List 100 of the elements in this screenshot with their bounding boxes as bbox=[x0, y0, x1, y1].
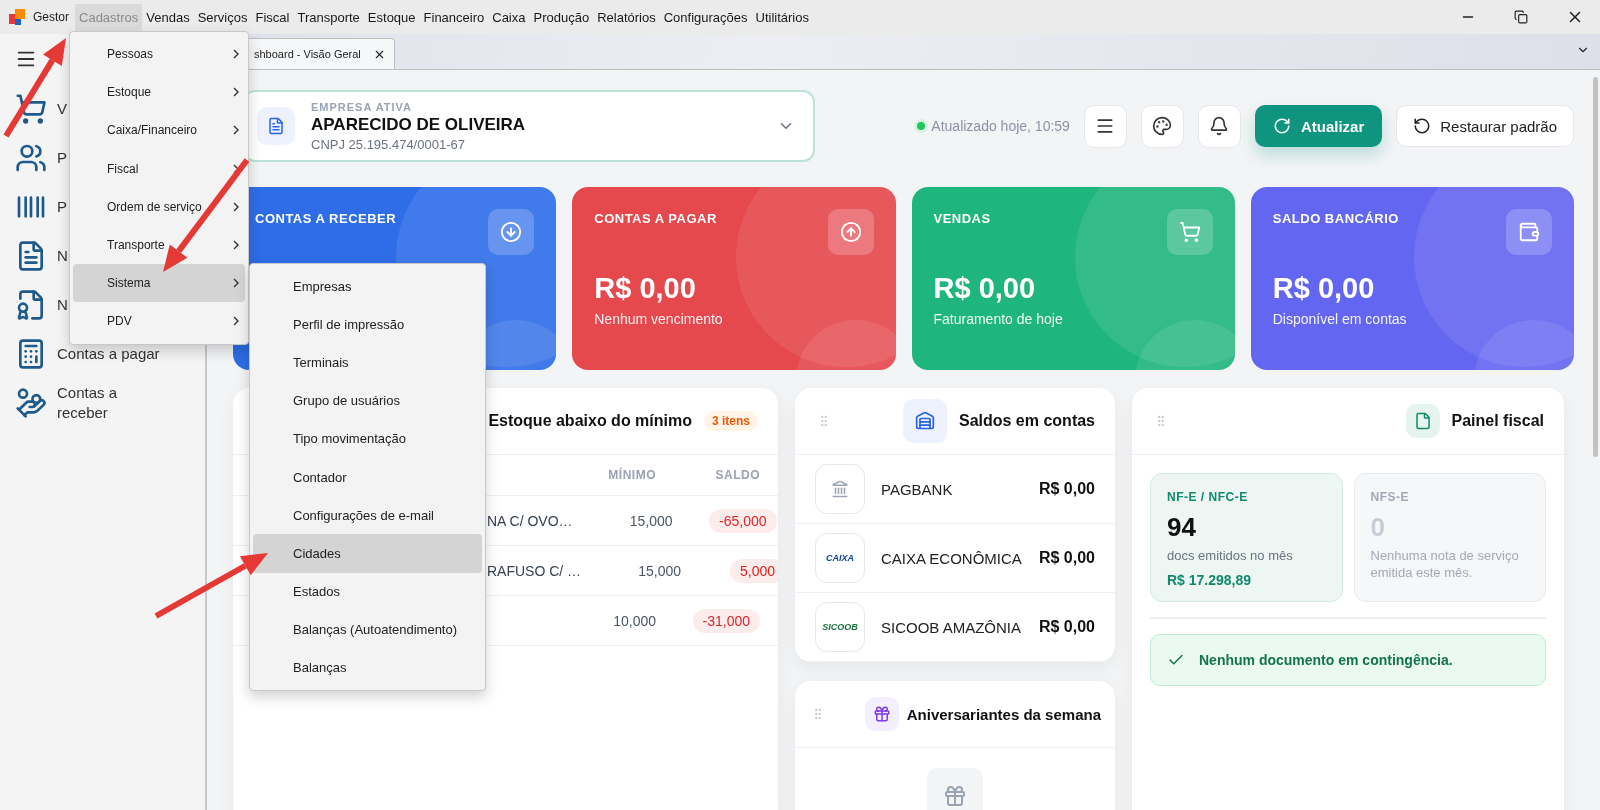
menu-item[interactable]: Ordem de serviço bbox=[73, 187, 245, 226]
menu-item[interactable]: Fiscal bbox=[73, 149, 245, 188]
table-cell: RAFUSO C/ … bbox=[487, 562, 582, 579]
card-title: Aniversariantes da semana bbox=[906, 705, 1101, 723]
sidebar-item[interactable]: Contas a pagar bbox=[57, 343, 167, 364]
bell-icon bbox=[1209, 116, 1230, 136]
sidebar-item-icon[interactable] bbox=[15, 386, 47, 419]
scrollbar-thumb[interactable] bbox=[1592, 77, 1598, 457]
menu-item[interactable]: Terminais bbox=[253, 343, 482, 382]
menu-bar-item[interactable]: Financeiro bbox=[419, 3, 489, 31]
balance-pill: -65,000 bbox=[709, 508, 777, 533]
menu-button[interactable] bbox=[1083, 104, 1127, 148]
account-balance: R$ 0,00 bbox=[1038, 549, 1095, 567]
chevron-icon bbox=[233, 49, 239, 60]
palette-button[interactable] bbox=[1140, 104, 1184, 148]
stat-caption: Faturamento de hoje bbox=[933, 311, 1064, 327]
menu-bar-item[interactable]: Produção bbox=[529, 3, 594, 31]
company-caption: EMPRESA ATIVA bbox=[311, 100, 413, 113]
account-name: SICOOB AMAZÔNIA bbox=[881, 618, 1023, 636]
stat-caption: Nenhum vencimento bbox=[594, 311, 724, 327]
menu-item[interactable]: Cidades bbox=[253, 534, 482, 573]
gift-icon bbox=[864, 697, 899, 731]
account-balance: R$ 0,00 bbox=[1038, 618, 1095, 636]
card-title: Estoque abaixo do mínimo bbox=[488, 412, 692, 430]
column-header: MÍNIMO bbox=[607, 468, 656, 482]
menu-item[interactable]: Balanças bbox=[253, 648, 482, 688]
account-balance: R$ 0,00 bbox=[1038, 480, 1095, 498]
menu-bar-item[interactable]: Vendas bbox=[142, 3, 194, 31]
stat-value: R$ 0,00 bbox=[594, 272, 697, 305]
palette-icon bbox=[1152, 116, 1173, 136]
menu-bar-item[interactable]: Serviços bbox=[193, 3, 252, 31]
refresh-button[interactable]: Atualizar bbox=[1254, 105, 1383, 147]
menu-item[interactable]: Empresas bbox=[253, 267, 482, 306]
menu-item[interactable]: Caixa/Financeiro bbox=[73, 111, 245, 150]
stat-title: CONTAS A PAGAR bbox=[594, 211, 718, 226]
chevron-icon bbox=[233, 316, 239, 327]
column-header: SALDO bbox=[714, 468, 760, 482]
chevron-icon bbox=[233, 278, 239, 289]
menu-item[interactable]: Transporte bbox=[73, 225, 245, 265]
table-cell-text: 15,000 bbox=[637, 562, 682, 579]
menu-bar-item[interactable]: Transporte bbox=[293, 3, 364, 31]
document-icon bbox=[257, 107, 295, 145]
menu-item[interactable]: Tipo movimentação bbox=[253, 419, 482, 458]
bank-logo: CAIXA bbox=[815, 533, 865, 583]
company-cnpj: CNPJ 25.195.474/0001-67 bbox=[311, 136, 466, 152]
app-logo-icon bbox=[9, 9, 25, 25]
app-name: Gestor bbox=[33, 10, 69, 24]
count-badge: 3 itens bbox=[704, 411, 758, 431]
menu-item[interactable]: Perfil de impressão bbox=[253, 305, 482, 344]
table-cell: NA C/ OVO… bbox=[487, 512, 573, 529]
table-cell-text: 15,000 bbox=[628, 512, 673, 529]
stat-caption: Disponível em contas bbox=[1272, 311, 1408, 327]
menu-item[interactable]: Grupo de usuários bbox=[253, 381, 482, 420]
menu-bar-item[interactable]: Configurações bbox=[659, 3, 752, 31]
menu-bar-item[interactable]: Relatórios bbox=[593, 3, 660, 31]
fiscal-label: NFS-E bbox=[1370, 490, 1410, 504]
restore-button[interactable]: Restaurar padrão bbox=[1396, 105, 1574, 147]
sidebar-item-icon[interactable] bbox=[15, 92, 47, 125]
stat-title: VENDAS bbox=[933, 211, 992, 226]
menu-bar-item[interactable]: Utilitários bbox=[751, 3, 813, 31]
account-name: PAGBANK bbox=[881, 480, 954, 498]
menu-bar-item[interactable]: Fiscal bbox=[251, 3, 294, 31]
chevron-icon bbox=[233, 125, 239, 136]
fiscal-label: NF-E / NFC-E bbox=[1167, 490, 1249, 504]
bank-logo bbox=[815, 464, 865, 514]
chevron-icon bbox=[233, 87, 239, 98]
fiscal-caption: docs emitidos no mês bbox=[1167, 547, 1294, 564]
stat-title: SALDO BANCÁRIO bbox=[1272, 211, 1400, 226]
restore-icon[interactable] bbox=[1514, 10, 1528, 24]
menu-item[interactable]: Configurações de e-mail bbox=[253, 496, 482, 535]
menu-item[interactable]: Contador bbox=[253, 457, 482, 497]
warehouse-icon bbox=[902, 399, 947, 443]
menu-item[interactable]: Estoque bbox=[73, 73, 245, 112]
menu-item[interactable]: Sistema bbox=[73, 264, 245, 303]
company-name: APARECIDO DE OLIVEIRA bbox=[311, 114, 527, 135]
notice-text: Nenhum documento em contingência. bbox=[1199, 652, 1453, 668]
undo-icon bbox=[1413, 117, 1432, 135]
card-title: Painel fiscal bbox=[1451, 412, 1544, 430]
document-icon bbox=[1405, 404, 1440, 438]
account-name: CAIXA ECONÔMICA bbox=[881, 549, 1023, 567]
stat-glyph-icon bbox=[839, 221, 862, 243]
stat-glyph-icon bbox=[1518, 221, 1540, 243]
stat-glyph-icon bbox=[1178, 221, 1201, 243]
menu-item[interactable]: Estados bbox=[253, 572, 482, 611]
menu-bar-item[interactable]: Caixa bbox=[488, 3, 530, 31]
stat-title: CONTAS A RECEBER bbox=[255, 211, 398, 226]
balance-pill: 5,000 bbox=[730, 558, 778, 583]
menu-bar-item[interactable]: Estoque bbox=[363, 3, 420, 31]
chevron-icon bbox=[233, 201, 239, 212]
menu-item[interactable]: PDV bbox=[73, 302, 245, 341]
table-cell-text: 10,000 bbox=[612, 612, 656, 629]
sidebar-item[interactable]: Contas a receber bbox=[57, 382, 167, 423]
fiscal-amount: R$ 17.298,89 bbox=[1167, 572, 1253, 588]
notifications-button[interactable] bbox=[1197, 104, 1241, 148]
card-title: Saldos em contas bbox=[958, 412, 1095, 430]
stat-glyph-icon bbox=[500, 221, 523, 243]
fiscal-caption: Nenhuma nota de serviço emitida este mês. bbox=[1370, 547, 1520, 581]
menu-item[interactable]: Balanças (Autoatendimento) bbox=[253, 610, 482, 649]
bank-logo: SICOOB bbox=[815, 602, 865, 652]
fiscal-count: 94 bbox=[1167, 512, 1197, 543]
